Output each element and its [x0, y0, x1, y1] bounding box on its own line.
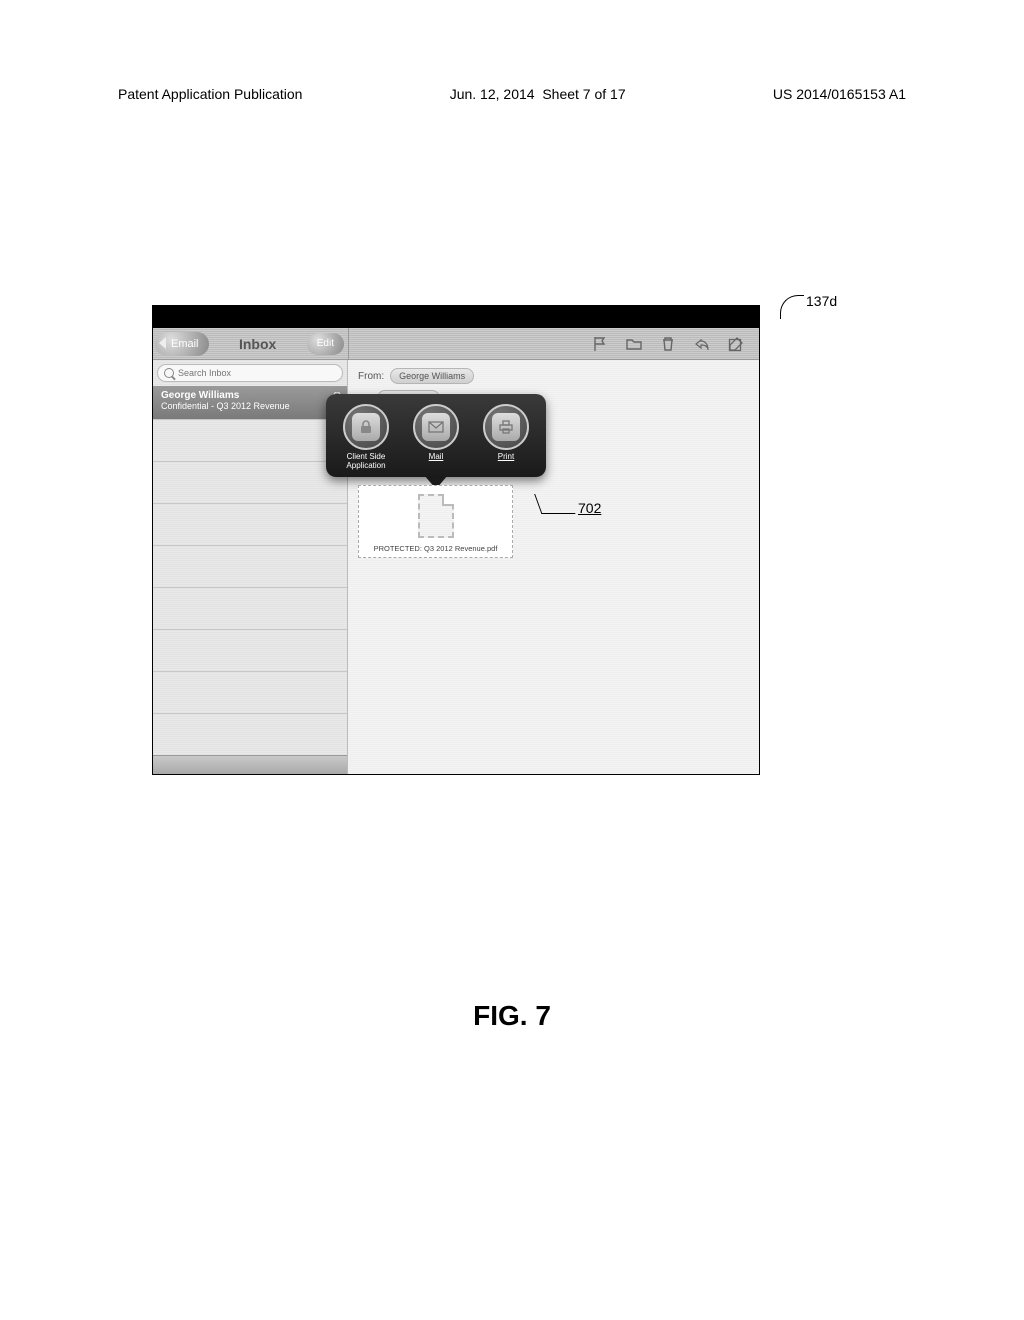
list-item[interactable]: [153, 629, 347, 671]
reply-icon[interactable]: [693, 335, 711, 353]
callout-frame-ref: 137d: [780, 285, 837, 309]
folder-icon[interactable]: [625, 335, 643, 353]
sidebar-footer: [153, 755, 347, 775]
message-sender: George Williams: [161, 390, 339, 401]
popover-item-mail[interactable]: Mail: [404, 404, 468, 471]
flag-icon[interactable]: [591, 335, 609, 353]
empty-message-rows: [153, 419, 347, 755]
edit-button[interactable]: Edit: [307, 333, 344, 355]
message-list-item-selected[interactable]: George Williams Confidential - Q3 2012 R…: [153, 386, 347, 419]
popover-label: Client SideApplication: [346, 453, 385, 471]
from-label: From:: [358, 371, 384, 382]
reading-pane: From: George Williams To: John Smith Cli…: [348, 360, 759, 774]
attachment-tile[interactable]: PROTECTED: Q3 2012 Revenue.pdf: [358, 485, 513, 558]
list-item[interactable]: [153, 671, 347, 713]
search-input[interactable]: [178, 368, 336, 378]
callout-popover-ref: 702: [540, 500, 601, 520]
list-item[interactable]: [153, 419, 347, 461]
attachment-caption: PROTECTED: Q3 2012 Revenue.pdf: [363, 544, 508, 553]
figure-caption: FIG. 7: [0, 1000, 1024, 1032]
header-center: Jun. 12, 2014 Sheet 7 of 17: [450, 86, 626, 102]
popover-item-client-app[interactable]: Client SideApplication: [334, 404, 398, 471]
trash-icon[interactable]: [659, 335, 677, 353]
list-item[interactable]: [153, 545, 347, 587]
message-subject: Confidential - Q3 2012 Revenue: [161, 401, 339, 411]
header-left: Patent Application Publication: [118, 86, 302, 102]
document-icon: [418, 494, 454, 538]
open-in-popover: Client SideApplication Mail: [326, 394, 546, 477]
list-item[interactable]: [153, 461, 347, 503]
popover-item-print[interactable]: Print: [474, 404, 538, 471]
device-status-bar: [153, 306, 759, 328]
popover-label: Mail: [429, 453, 444, 462]
search-icon: [164, 368, 174, 378]
popover-label: Print: [498, 453, 514, 462]
patent-page-header: Patent Application Publication Jun. 12, …: [118, 86, 906, 102]
print-icon: [492, 413, 520, 441]
search-bar[interactable]: [157, 364, 343, 382]
lock-icon: [352, 413, 380, 441]
compose-icon[interactable]: [727, 335, 745, 353]
device-frame: Email Inbox Edit: [152, 305, 760, 775]
from-pill[interactable]: George Williams: [390, 368, 474, 384]
list-item[interactable]: [153, 587, 347, 629]
message-list-sidebar: George Williams Confidential - Q3 2012 R…: [153, 360, 348, 774]
nav-title: Inbox: [209, 336, 307, 352]
nav-bar: Email Inbox Edit: [153, 328, 759, 360]
header-right: US 2014/0165153 A1: [773, 86, 906, 102]
list-item[interactable]: [153, 713, 347, 755]
chevron-left-icon: [159, 337, 166, 349]
back-button[interactable]: Email: [155, 332, 209, 356]
mail-icon: [422, 413, 450, 441]
list-item[interactable]: [153, 503, 347, 545]
